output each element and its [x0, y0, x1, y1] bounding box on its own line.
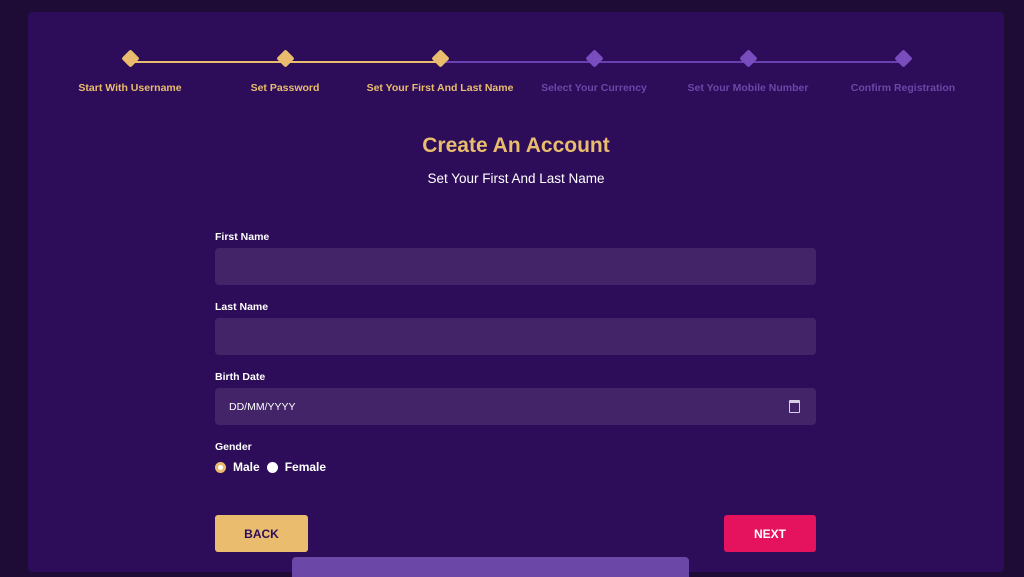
- birth-date-placeholder: DD/MM/YYYY: [229, 401, 296, 413]
- gender-options: Male Female: [215, 460, 333, 474]
- step-label: Confirm Registration: [850, 82, 956, 94]
- calendar-icon[interactable]: [789, 400, 800, 413]
- registration-stepper: Start With Username Set Password Set You…: [28, 12, 1004, 112]
- step-select-currency: Select Your Currency: [514, 49, 674, 94]
- registration-panel: Start With Username Set Password Set You…: [28, 12, 1004, 577]
- step-label: Set Your Mobile Number: [687, 82, 809, 94]
- step-label: Set Password: [250, 82, 320, 94]
- gender-label: Gender: [215, 441, 252, 453]
- step-diamond-icon: [275, 49, 295, 68]
- page-subtitle: Set Your First And Last Name: [427, 171, 605, 186]
- first-name-input[interactable]: [215, 248, 816, 285]
- step-diamond-icon: [584, 49, 604, 68]
- step-diamond-icon: [738, 49, 758, 68]
- gender-male-radio[interactable]: [215, 461, 226, 473]
- step-mobile-number: Set Your Mobile Number: [668, 49, 828, 94]
- birth-date-field[interactable]: [215, 388, 816, 425]
- step-set-name: Set Your First And Last Name: [360, 49, 520, 94]
- step-label: Select Your Currency: [541, 82, 647, 94]
- first-name-label: First Name: [215, 231, 270, 243]
- step-start-with-username: Start With Username: [50, 49, 210, 94]
- first-name-group: First Name: [215, 231, 816, 285]
- back-button[interactable]: BACK: [215, 515, 308, 552]
- bottom-bar: [292, 557, 689, 577]
- step-label: Set Your First And Last Name: [366, 82, 514, 94]
- gender-female-radio[interactable]: [266, 461, 278, 473]
- step-label: Start With Username: [78, 82, 182, 94]
- gender-group: Gender Male Female: [215, 441, 333, 474]
- birth-date-label: Birth Date: [215, 371, 266, 383]
- gender-female-label[interactable]: Female: [285, 460, 326, 474]
- step-diamond-icon: [430, 49, 450, 68]
- step-confirm-registration: Confirm Registration: [823, 49, 983, 94]
- step-diamond-icon: [120, 49, 140, 68]
- page-title: Create An Account: [422, 134, 610, 157]
- last-name-input[interactable]: [215, 318, 816, 355]
- next-button[interactable]: NEXT: [724, 515, 816, 552]
- gender-male-label[interactable]: Male: [233, 460, 260, 474]
- step-diamond-icon: [893, 49, 913, 68]
- birth-date-input[interactable]: DD/MM/YYYY: [215, 388, 816, 425]
- step-set-password: Set Password: [205, 49, 365, 94]
- last-name-label: Last Name: [215, 301, 269, 313]
- last-name-group: Last Name: [215, 301, 816, 355]
- birth-date-group: Birth Date DD/MM/YYYY: [215, 371, 816, 425]
